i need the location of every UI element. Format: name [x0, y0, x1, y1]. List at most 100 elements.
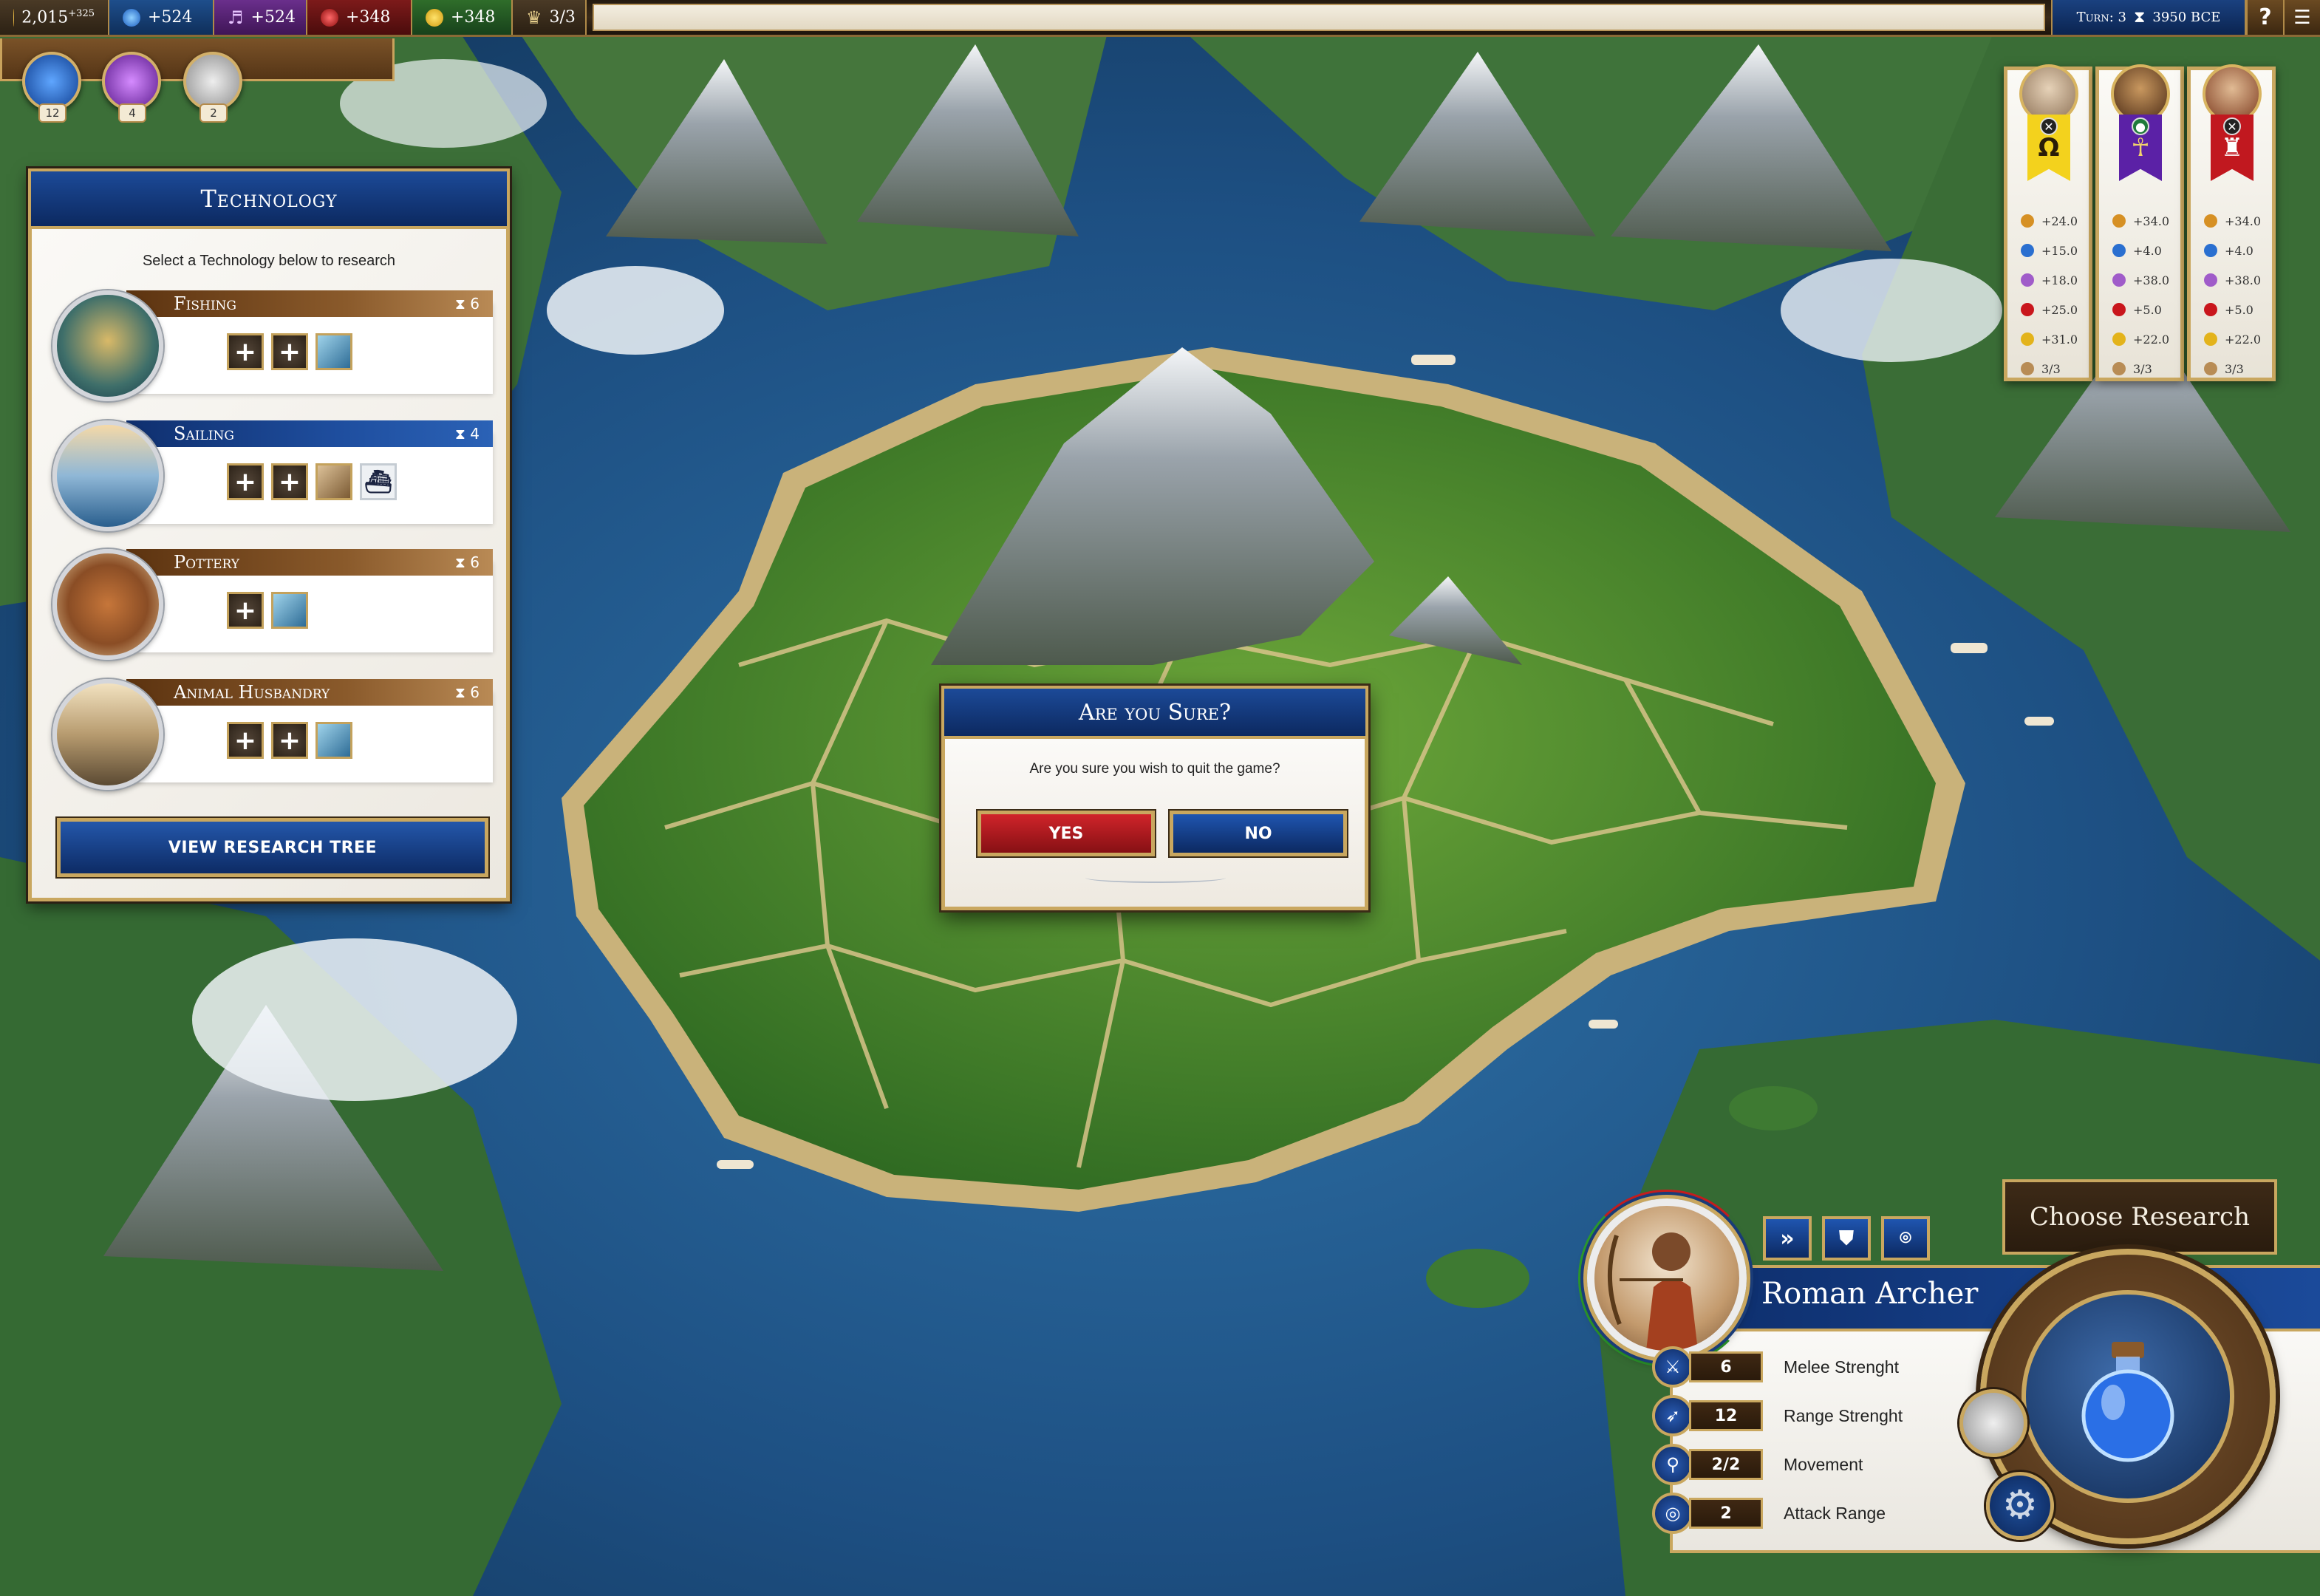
- yes-button[interactable]: YES: [978, 811, 1155, 856]
- tech-card-pottery[interactable]: Pottery ⧗ 6 +: [52, 549, 493, 660]
- culture-icon: [2021, 273, 2034, 287]
- plus-icon[interactable]: +: [227, 592, 264, 629]
- tech-card-fishing[interactable]: Fishing ⧗ 6 + +: [52, 290, 493, 401]
- science-resource[interactable]: +524: [109, 0, 214, 35]
- topbar-marble-strip: [593, 4, 2045, 31]
- culture-value: +524: [250, 8, 296, 27]
- tech-card-animal-husbandry[interactable]: Animal Husbandry ⧗ 6 + +: [52, 679, 493, 790]
- plus-icon[interactable]: +: [271, 722, 308, 759]
- science-potion-icon: [2081, 1342, 2174, 1462]
- culture-icon: [2112, 273, 2126, 287]
- science-icon: [2204, 244, 2217, 257]
- ship-icon[interactable]: ⛴: [360, 463, 397, 500]
- menu-button[interactable]: ☰: [2283, 0, 2320, 35]
- science-count: 12: [38, 103, 66, 123]
- camera-button[interactable]: ⌾: [1881, 1216, 1930, 1261]
- science-flask-icon: [123, 8, 140, 27]
- unit-stat-attack-range: ◎ 2 Attack Range: [1652, 1493, 1886, 1534]
- tech-unlocks: + +: [227, 722, 352, 759]
- plus-icon[interactable]: +: [271, 333, 308, 370]
- sea-tile-icon[interactable]: [315, 333, 352, 370]
- gold-icon: [2204, 214, 2217, 228]
- culture-music-icon[interactable]: [102, 52, 161, 111]
- culture-resource[interactable]: ♬ +524: [214, 0, 307, 35]
- tech-name: Animal Husbandry: [174, 682, 330, 703]
- range-value: 12: [1689, 1400, 1763, 1431]
- unit-name: Roman Archer: [1761, 1277, 1979, 1311]
- tech-card-sailing[interactable]: Sailing ⧗ 4 + + ⛴: [52, 420, 493, 531]
- happiness-resource[interactable]: +348: [412, 0, 513, 35]
- great-person-button[interactable]: [1959, 1389, 2027, 1457]
- pottery-image: [52, 549, 163, 660]
- plus-icon[interactable]: +: [227, 333, 264, 370]
- harbor-tile-icon[interactable]: [315, 463, 352, 500]
- sailing-image: [52, 420, 163, 531]
- sea-tile-icon[interactable]: [315, 722, 352, 759]
- help-button[interactable]: ?: [2246, 0, 2283, 35]
- unit-stat-melee: ⚔ 6 Melee Strenght: [1652, 1346, 1899, 1388]
- gold-icon: [2021, 214, 2034, 228]
- hourglass-icon: ⧗: [454, 553, 465, 571]
- tech-name: Pottery: [174, 552, 239, 573]
- faith-icon: [2204, 303, 2217, 316]
- hourglass-icon: ⧗: [2133, 8, 2146, 27]
- leader-card-greek[interactable]: Ω ✕ +24.0 +15.0 +18.0 +25.0 +31.0 3/3: [2004, 64, 2092, 381]
- leader-stats: +34.0 +4.0 +38.0 +5.0 +22.0 3/3: [2204, 206, 2261, 383]
- dialog-message: Are you sure you wish to quit the game?: [1029, 761, 1280, 777]
- choose-research-tab[interactable]: Choose Research: [2002, 1179, 2277, 1255]
- fortify-shield-button[interactable]: ⛊: [1822, 1216, 1871, 1261]
- archer-icon: [1607, 1232, 1698, 1351]
- faith-value: +348: [346, 8, 391, 27]
- turn-label: Turn: 3: [2076, 10, 2126, 25]
- gold-value: 2,015: [21, 8, 69, 27]
- archer-portrait[interactable]: [1587, 1198, 1747, 1358]
- tech-unlocks: + + ⛴: [227, 463, 397, 500]
- tech-name: Sailing: [174, 423, 234, 444]
- faith-resource[interactable]: +348: [307, 0, 412, 35]
- science-value: +524: [148, 8, 193, 27]
- war-icon: ✕: [2223, 117, 2241, 135]
- sea-tile-icon[interactable]: [271, 592, 308, 629]
- plus-icon[interactable]: +: [227, 722, 264, 759]
- population-resource[interactable]: ♛ 3/3: [513, 0, 587, 35]
- culture-icon: [2204, 273, 2217, 287]
- great-person-bust-icon[interactable]: [183, 52, 242, 111]
- great-person-count: 2: [199, 103, 228, 123]
- leader-stats: +34.0 +4.0 +38.0 +5.0 +22.0 3/3: [2112, 206, 2169, 383]
- fishing-image: [52, 290, 163, 401]
- view-research-tree-button[interactable]: VIEW RESEARCH TREE: [57, 818, 488, 877]
- happiness-icon: [2112, 332, 2126, 346]
- no-button[interactable]: NO: [1170, 811, 1347, 856]
- settings-gear-icon[interactable]: ⚙: [1986, 1472, 2054, 1540]
- bow-icon: ➶: [1652, 1395, 1693, 1436]
- tech-turns: ⧗ 6: [454, 295, 480, 313]
- happiness-value: +348: [451, 8, 496, 27]
- hourglass-icon: ⧗: [454, 683, 465, 701]
- happiness-icon: [2021, 332, 2034, 346]
- gold-resource[interactable]: 2,015+325: [0, 0, 109, 35]
- hourglass-icon: ⧗: [454, 425, 465, 443]
- fast-forward-button[interactable]: »: [1763, 1216, 1812, 1261]
- turn-indicator: Turn: 3 ⧗ 3950 BCE: [2051, 0, 2246, 35]
- tech-unlocks: +: [227, 592, 308, 629]
- science-atom-icon[interactable]: [22, 52, 81, 111]
- footsteps-icon: ⚲: [1652, 1444, 1693, 1485]
- faith-icon: [2021, 303, 2034, 316]
- attack-range-value: 2: [1689, 1498, 1763, 1529]
- movement-label: Movement: [1784, 1454, 1863, 1474]
- hourglass-icon: ⧗: [454, 295, 465, 313]
- faith-icon: [2112, 303, 2126, 316]
- peace-icon: ●: [2132, 117, 2149, 135]
- science-icon: [2021, 244, 2034, 257]
- unit-stat-range: ➶ 12 Range Strenght: [1652, 1395, 1903, 1436]
- plus-icon[interactable]: +: [271, 463, 308, 500]
- turn-year: 3950 BCE: [2152, 10, 2221, 25]
- tech-unlocks: + +: [227, 333, 352, 370]
- leader-card-roman[interactable]: ♜ ✕ +34.0 +4.0 +38.0 +5.0 +22.0 3/3: [2187, 64, 2276, 383]
- leader-card-egyptian[interactable]: ☥ ● +34.0 +4.0 +38.0 +5.0 +22.0 3/3: [2095, 64, 2184, 383]
- tech-turns: ⧗ 6: [454, 553, 480, 571]
- culture-count: 4: [118, 103, 146, 123]
- plus-icon[interactable]: +: [227, 463, 264, 500]
- population-value: 3/3: [549, 8, 576, 27]
- gold-delta: +325: [68, 7, 95, 19]
